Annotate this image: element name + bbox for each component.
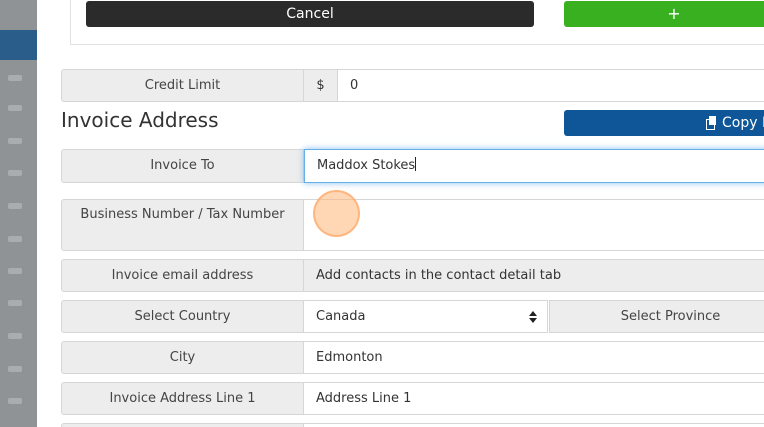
tax-number-input[interactable]	[304, 199, 764, 251]
city-label: City	[61, 341, 304, 374]
next-row	[61, 423, 764, 427]
sidebar-overlay	[0, 0, 37, 427]
city-row: City Edmonton	[61, 341, 764, 374]
country-row: Select Country Canada Select Province	[61, 300, 764, 333]
invoice-to-input[interactable]: Maddox Stokes	[304, 149, 764, 183]
invoice-to-row: Invoice To Maddox Stokes	[61, 149, 764, 183]
sidebar-icon	[8, 203, 22, 209]
invoice-email-row: Invoice email address Add contacts in th…	[61, 259, 764, 292]
sidebar-icon	[8, 398, 22, 404]
sidebar-icon	[8, 300, 22, 306]
credit-limit-label: Credit Limit	[61, 69, 304, 102]
invoice-email-value: Add contacts in the contact detail tab	[304, 259, 764, 292]
sidebar-icon	[8, 268, 22, 274]
sidebar-icon	[8, 333, 22, 339]
sidebar-icon	[8, 138, 22, 144]
copy-button[interactable]: Copy F	[564, 110, 764, 136]
province-label: Select Province	[549, 300, 764, 333]
sidebar-icon	[8, 105, 22, 111]
credit-limit-row: Credit Limit $ 0	[61, 69, 764, 102]
address-line-1-input[interactable]: Address Line 1	[304, 382, 764, 415]
copy-button-label: Copy F	[722, 115, 764, 131]
sidebar-icon	[8, 366, 22, 372]
select-arrows-icon	[529, 311, 537, 323]
sidebar-icon	[8, 170, 22, 176]
address-line-1-row: Invoice Address Line 1 Address Line 1	[61, 382, 764, 415]
copy-icon	[706, 116, 718, 130]
sidebar-icon	[8, 236, 22, 242]
add-button[interactable]: +	[564, 1, 764, 27]
click-indicator	[313, 190, 360, 237]
sidebar-icon	[8, 75, 22, 81]
country-selected-value: Canada	[316, 309, 366, 324]
invoice-email-label: Invoice email address	[61, 259, 304, 292]
text-caret	[415, 157, 417, 171]
credit-limit-input[interactable]: 0	[338, 69, 764, 102]
next-row-label	[61, 423, 304, 427]
tax-number-row: Business Number / Tax Number	[61, 199, 764, 251]
cancel-button[interactable]: Cancel	[86, 1, 534, 27]
sidebar-active-item	[0, 30, 37, 60]
country-select[interactable]: Canada	[304, 300, 548, 333]
section-title: Invoice Address	[61, 108, 219, 132]
next-row-input[interactable]	[304, 423, 764, 427]
invoice-to-label: Invoice To	[61, 149, 304, 183]
tax-number-label: Business Number / Tax Number	[61, 199, 304, 251]
country-label: Select Country	[61, 300, 304, 333]
city-input[interactable]: Edmonton	[304, 341, 764, 374]
address-line-1-label: Invoice Address Line 1	[61, 382, 304, 415]
currency-addon: $	[304, 69, 338, 102]
